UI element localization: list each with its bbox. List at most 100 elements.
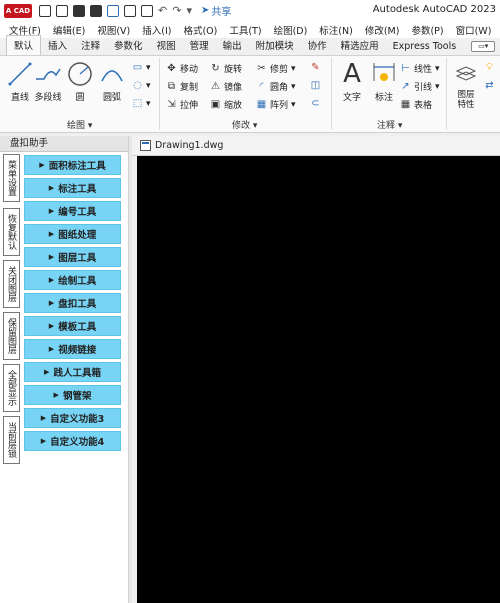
expand-arrow-icon: ▶ — [48, 230, 55, 238]
menu-insert[interactable]: 插入(I) — [136, 23, 177, 37]
polyline-icon — [34, 60, 62, 88]
tool-toolbox[interactable]: ▶ 践人工具箱 — [24, 362, 121, 382]
draw-panel-title[interactable]: 绘图 ▾ — [67, 118, 92, 131]
vtab-restore-default[interactable]: 恢复默认 — [3, 208, 20, 256]
tool-template[interactable]: ▶ 模板工具 — [24, 316, 121, 336]
tab-manage[interactable]: 管理 — [183, 36, 216, 55]
layer-match-tool[interactable]: ⇄ — [484, 80, 495, 91]
menu-draw[interactable]: 绘图(D) — [268, 23, 314, 37]
tool-dimension[interactable]: ▶ 标注工具 — [24, 178, 121, 198]
redo-icon[interactable]: ↷ — [172, 4, 181, 17]
copy-tool[interactable]: ⧉ 复制 — [166, 80, 198, 93]
line-tool[interactable]: 直线 — [6, 60, 34, 103]
autocad-logo[interactable]: A CAD — [4, 3, 32, 18]
tab-default[interactable]: 默认 — [6, 35, 42, 55]
tool-video-link[interactable]: ▶ 视频链接 — [24, 339, 121, 359]
sheet-icon[interactable] — [124, 4, 136, 17]
copy-icon: ⧉ — [167, 81, 176, 92]
menu-view[interactable]: 视图(V) — [91, 23, 136, 37]
text-tool[interactable]: A 文字 — [338, 59, 366, 103]
share-button[interactable]: ➤ 共享 — [201, 3, 231, 18]
stretch-tool[interactable]: ⇲ 拉伸 — [166, 98, 198, 111]
mirror-tool[interactable]: ⚠ 镜像 — [210, 80, 242, 93]
tab-output[interactable]: 输出 — [216, 36, 249, 55]
fillet-icon: ◜ — [259, 81, 264, 92]
move-tool[interactable]: ✥ 移动 — [166, 62, 198, 75]
scale-tool[interactable]: ▣ 缩放 — [210, 98, 242, 111]
vtab-menu-settings[interactable]: 菜单设置 — [3, 154, 20, 202]
leader-tool[interactable]: ↗ 引线 ▾ — [400, 80, 439, 93]
menu-modify[interactable]: 修改(M) — [359, 23, 406, 37]
vtab-lock-current-layer[interactable]: 当前层锁 — [3, 416, 20, 464]
text-icon: A — [343, 59, 361, 89]
stretch-icon: ⇲ — [167, 99, 176, 110]
tab-featured-apps[interactable]: 精选应用 — [334, 36, 386, 55]
circle-label: 圆 — [75, 93, 85, 103]
expand-arrow-icon: ▶ — [48, 322, 55, 330]
vtab-keep-layer[interactable]: 保留图层 — [3, 312, 20, 360]
table-icon: ▦ — [400, 99, 411, 110]
tab-addins[interactable]: 附加模块 — [249, 36, 301, 55]
tool-steel-frame[interactable]: ▶ 钢管架 — [24, 385, 121, 405]
tool-drawing-processing[interactable]: ▶ 图纸处理 — [24, 224, 121, 244]
save-icon[interactable] — [73, 4, 85, 17]
offset-icon: ⊂ — [311, 98, 320, 109]
rectangle-tool[interactable]: ▭ ▾ — [132, 62, 151, 73]
separator — [331, 58, 332, 130]
layer-light-tool[interactable]: 💡︎ — [484, 62, 495, 73]
boundary-tool[interactable]: ⬚ ▾ — [132, 98, 151, 109]
polyline-tool[interactable]: 多段线 — [34, 60, 62, 103]
tool-label: 模板工具 — [58, 322, 97, 333]
tool-area-dimension[interactable]: ▶ 面积标注工具 — [24, 155, 121, 175]
hatch-tool[interactable]: ◌ ▾ — [132, 80, 150, 91]
erase-tool[interactable]: ✎ — [310, 62, 321, 73]
menu-format[interactable]: 格式(O) — [177, 23, 223, 37]
tab-annotate[interactable]: 注释 — [74, 36, 107, 55]
palette-splitter[interactable] — [128, 136, 132, 603]
menu-parametric[interactable]: 参数(P) — [405, 23, 449, 37]
array-tool[interactable]: ▦ 阵列 ▾ — [256, 98, 296, 111]
plot-icon[interactable] — [141, 4, 153, 17]
tool-disc-buckle[interactable]: ▶ 盘扣工具 — [24, 293, 121, 313]
publish-icon[interactable] — [107, 4, 119, 17]
annotation-panel-title[interactable]: 注释 ▾ — [377, 118, 402, 131]
fillet-tool[interactable]: ◜ 圆角 ▾ — [256, 80, 296, 93]
customize-dropdown-icon[interactable]: ▾ — [186, 4, 192, 17]
menu-dimension[interactable]: 标注(N) — [313, 23, 359, 37]
window-title: Autodesk AutoCAD 2023 — [372, 4, 496, 15]
vtab-show-all[interactable]: 全部显示 — [3, 364, 20, 412]
tab-collaborate[interactable]: 协作 — [301, 36, 334, 55]
tab-view[interactable]: 视图 — [150, 36, 183, 55]
rectangle-icon: ▭ — [132, 62, 143, 73]
dimension-tool[interactable]: 标注 — [370, 60, 398, 103]
linear-tool[interactable]: ⊢ 线性 ▾ — [400, 62, 439, 75]
new-icon[interactable] — [39, 4, 51, 17]
modify-panel-title[interactable]: 修改 ▾ — [232, 118, 257, 131]
rotate-tool[interactable]: ↻ 旋转 — [210, 62, 242, 75]
save-as-icon[interactable] — [90, 4, 102, 17]
circle-tool[interactable]: 圆 — [66, 60, 94, 103]
trim-tool[interactable]: ✂ 修剪 ▾ — [256, 62, 295, 75]
layer-properties-tool[interactable]: 图层 特性 — [452, 60, 480, 110]
undo-icon[interactable]: ↶ — [158, 4, 167, 17]
ribbon-options-icon[interactable]: ▭▾ — [471, 41, 496, 52]
open-icon[interactable] — [56, 4, 68, 17]
tool-custom-4[interactable]: ▶ 自定义功能4 — [24, 431, 121, 451]
menu-window[interactable]: 窗口(W) — [450, 23, 498, 37]
tool-draw[interactable]: ▶ 绘制工具 — [24, 270, 121, 290]
tool-numbering[interactable]: ▶ 编号工具 — [24, 201, 121, 221]
menu-edit[interactable]: 编辑(E) — [47, 23, 91, 37]
offset-tool[interactable]: ⊂ — [310, 98, 321, 109]
tab-insert[interactable]: 插入 — [41, 36, 74, 55]
tab-parametric[interactable]: 参数化 — [107, 36, 150, 55]
arc-tool[interactable]: 圆弧 — [98, 60, 126, 103]
tab-express-tools[interactable]: Express Tools — [386, 39, 464, 55]
drawing-file-tab[interactable]: Drawing1.dwg — [132, 136, 500, 156]
tool-layer[interactable]: ▶ 图层工具 — [24, 247, 121, 267]
drawing-canvas[interactable] — [137, 156, 500, 603]
menu-tools[interactable]: 工具(T) — [223, 23, 267, 37]
vtab-close-layer[interactable]: 关闭图层 — [3, 260, 20, 308]
table-tool[interactable]: ▦ 表格 — [400, 98, 432, 111]
explode-tool[interactable]: ◫ — [310, 80, 321, 91]
tool-custom-3[interactable]: ▶ 自定义功能3 — [24, 408, 121, 428]
